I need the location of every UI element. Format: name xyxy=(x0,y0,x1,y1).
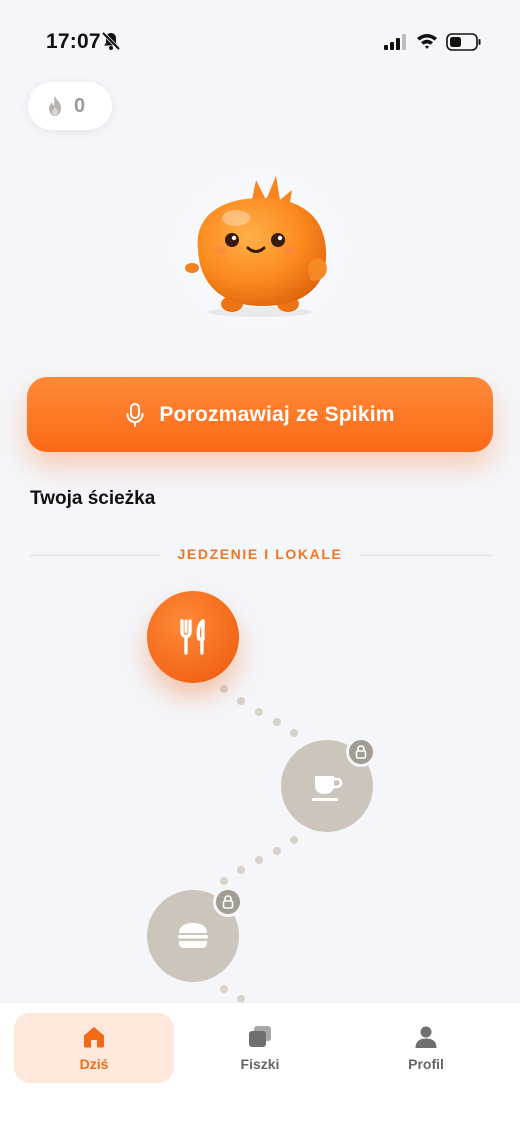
path-section-title: Twoja ścieżka xyxy=(30,488,156,509)
tab-bar: Dziś Fiszki Profil xyxy=(0,1002,520,1127)
tab-flashcards-label: Fiszki xyxy=(240,1056,280,1072)
coffee-cup-icon xyxy=(312,776,343,801)
tab-profile-label: Profil xyxy=(408,1056,444,1072)
status-time: 17:07 xyxy=(46,30,101,53)
cards-icon xyxy=(249,1026,271,1047)
path-connector xyxy=(220,685,298,1003)
category-label: JEDZENIE I LOKALE xyxy=(177,546,343,562)
battery-icon xyxy=(446,33,481,51)
mic-icon xyxy=(126,402,144,427)
streak-badge[interactable]: 0 xyxy=(28,82,112,130)
divider-left xyxy=(30,555,160,556)
divider-right xyxy=(360,555,491,556)
mascot-illustration xyxy=(185,176,327,317)
lesson-node-restaurant[interactable] xyxy=(147,591,239,683)
lock-icon xyxy=(346,737,376,767)
wifi-icon xyxy=(417,34,437,49)
tab-profile[interactable]: Profil xyxy=(346,1013,506,1083)
flame-icon xyxy=(49,96,61,116)
talk-to-spiki-button[interactable]: Porozmawiaj ze Spikim xyxy=(27,377,493,452)
fork-knife-icon xyxy=(180,619,205,655)
tab-today[interactable]: Dziś xyxy=(14,1013,174,1083)
tab-flashcards[interactable]: Fiszki xyxy=(180,1013,340,1083)
cta-label: Porozmawiaj ze Spikim xyxy=(159,402,395,426)
signal-icon xyxy=(384,34,406,50)
profile-icon xyxy=(415,1026,437,1048)
status-bar: 17:07 xyxy=(0,0,520,84)
tab-today-label: Dziś xyxy=(79,1056,109,1072)
burger-icon xyxy=(178,923,208,948)
home-icon xyxy=(84,1027,104,1048)
bell-muted-icon xyxy=(101,31,121,51)
streak-count: 0 xyxy=(74,94,86,117)
lock-icon xyxy=(213,887,243,917)
